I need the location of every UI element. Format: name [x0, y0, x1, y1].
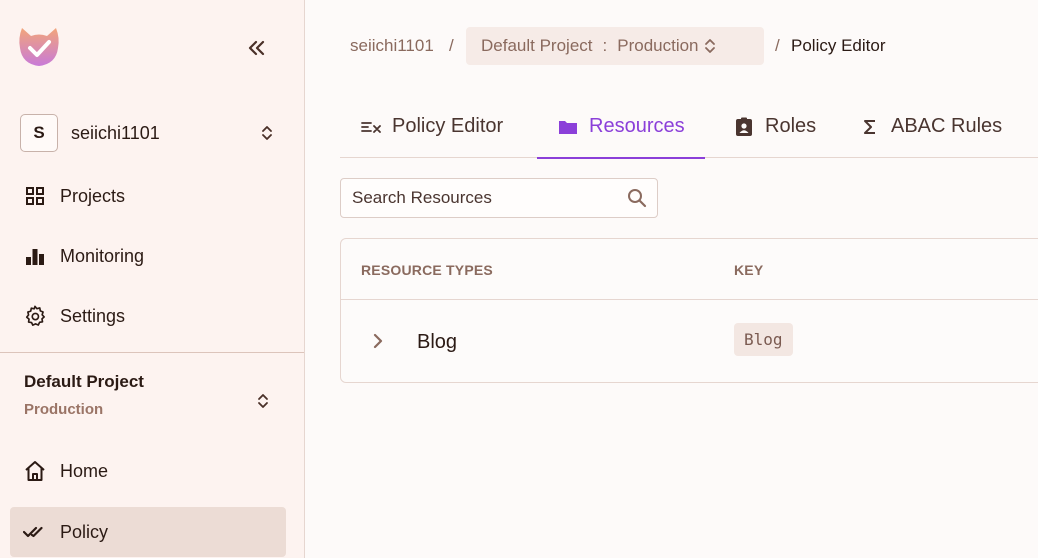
- tab-label: Roles: [765, 115, 817, 137]
- search-input[interactable]: [352, 188, 622, 208]
- org-switcher[interactable]: S seiichi1101: [20, 114, 282, 152]
- breadcrumb-separator: /: [775, 36, 780, 55]
- collapse-sidebar-button[interactable]: [244, 35, 270, 61]
- project-environment: Production: [24, 401, 104, 418]
- nav-item-home[interactable]: Home: [10, 446, 286, 496]
- breadcrumb-env: Production: [617, 36, 699, 55]
- grid-icon: [23, 184, 47, 208]
- nav-label-policy: Policy: [60, 521, 109, 542]
- id-badge-icon: [733, 116, 755, 138]
- project-name: Default Project: [24, 372, 144, 391]
- logo-icon: [19, 28, 59, 66]
- table-row[interactable]: Blog Blog: [341, 300, 1038, 383]
- chevron-up-down-icon: [262, 126, 272, 140]
- table-header: RESOURCE TYPES KEY: [341, 239, 1038, 300]
- nav-label-settings: Settings: [60, 305, 126, 326]
- sidebar-divider: [0, 352, 304, 353]
- nav-item-policy[interactable]: Policy: [10, 507, 286, 557]
- chevron-up-down-icon: [258, 394, 268, 408]
- tab-label: Resources: [589, 115, 685, 137]
- tab-roles[interactable]: Roles: [733, 95, 816, 158]
- gear-icon: [23, 304, 47, 328]
- tab-abac-rules[interactable]: ABAC Rules: [859, 95, 1002, 158]
- list-check-icon: [360, 116, 382, 138]
- double-chevron-left-icon: [248, 40, 265, 56]
- breadcrumb-current-page: Policy Editor: [791, 36, 886, 55]
- folder-icon: [557, 116, 579, 138]
- breadcrumb-project-switcher[interactable]: Default Project : Production: [466, 27, 764, 65]
- chevron-up-down-icon: [704, 39, 715, 53]
- app-logo[interactable]: [16, 24, 62, 70]
- breadcrumb-separator: /: [449, 36, 454, 55]
- column-header-resource-types[interactable]: RESOURCE TYPES: [361, 262, 493, 278]
- nav-item-settings[interactable]: Settings: [10, 291, 286, 341]
- nav-label-monitoring: Monitoring: [60, 245, 145, 266]
- chevron-right-icon[interactable]: [369, 330, 387, 352]
- nav-item-monitoring[interactable]: Monitoring: [10, 231, 286, 281]
- search-icon[interactable]: [627, 188, 647, 213]
- tab-label: ABAC Rules: [891, 115, 1003, 137]
- resource-key-badge: Blog: [734, 323, 793, 356]
- project-switcher[interactable]: Default Project Production: [24, 372, 282, 426]
- sidebar: S seiichi1101 Projects Monitoring Settin…: [0, 0, 305, 558]
- column-header-key[interactable]: KEY: [734, 262, 763, 278]
- tab-bar: Policy Editor Resources Roles ABAC Rules: [340, 95, 1038, 159]
- sigma-icon: [859, 116, 881, 138]
- search-box: [340, 178, 658, 218]
- tab-policy-editor[interactable]: Policy Editor: [360, 95, 503, 158]
- resources-table: RESOURCE TYPES KEY Blog Blog: [340, 238, 1038, 383]
- home-icon: [23, 459, 47, 483]
- breadcrumb-colon: :: [602, 36, 608, 55]
- resource-type-name: Blog: [417, 331, 458, 353]
- org-avatar: S: [20, 114, 58, 152]
- breadcrumb-org[interactable]: seiichi1101: [350, 36, 434, 56]
- breadcrumb-project: Default Project: [481, 36, 593, 55]
- tab-resources[interactable]: Resources: [537, 95, 705, 159]
- tab-label: Policy Editor: [392, 115, 504, 137]
- double-check-icon: [23, 520, 47, 544]
- nav-label-projects: Projects: [60, 185, 126, 206]
- bar-chart-icon: [23, 244, 47, 268]
- nav-label-home: Home: [60, 460, 109, 481]
- nav-item-projects[interactable]: Projects: [10, 171, 286, 221]
- org-name: seiichi1101: [71, 122, 160, 143]
